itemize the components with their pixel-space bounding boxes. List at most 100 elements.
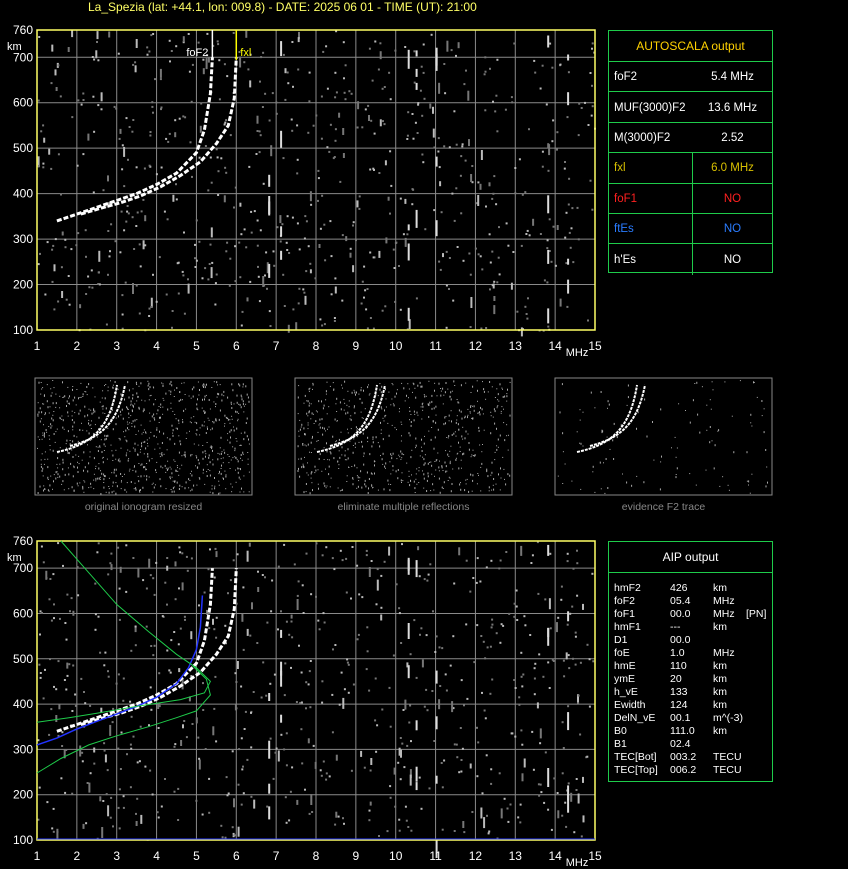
thumbnail-noise xyxy=(134,482,136,484)
thumbnail-noise xyxy=(354,446,356,448)
noise-dot xyxy=(567,782,570,785)
thumbnail-noise xyxy=(170,407,172,409)
noise-dot xyxy=(443,759,446,762)
noise-dot xyxy=(85,822,88,825)
noise-dot xyxy=(240,737,243,740)
clutter-segment xyxy=(415,782,418,791)
thumbnail-noise xyxy=(227,454,229,456)
noise-dot xyxy=(467,90,470,101)
thumbnail-noise xyxy=(361,417,363,419)
noise-dot xyxy=(174,132,177,138)
thumbnail-noise xyxy=(490,411,492,413)
noise-dot xyxy=(455,54,457,57)
thumbnail-noise xyxy=(158,422,160,423)
noise-dot xyxy=(314,761,317,769)
thumbnail-noise xyxy=(423,487,425,489)
noise-dot xyxy=(264,576,266,579)
thumbnail-noise xyxy=(115,458,117,460)
thumbnail-noise xyxy=(67,430,69,433)
thumbnail-noise xyxy=(148,382,150,385)
noise-dot xyxy=(333,156,336,158)
noise-dot xyxy=(545,103,548,106)
noise-dot xyxy=(224,836,227,839)
noise-dot xyxy=(333,320,336,322)
noise-dot xyxy=(442,253,444,258)
thumbnail-noise xyxy=(659,488,661,491)
noise-dot xyxy=(498,226,500,229)
thumbnail-noise xyxy=(205,394,207,396)
thumbnail-noise xyxy=(52,380,54,381)
thumbnail-noise xyxy=(352,451,354,454)
thumbnail-noise xyxy=(211,427,213,430)
noise-dot xyxy=(216,40,219,43)
noise-dot xyxy=(592,660,595,663)
noise-dot xyxy=(369,251,372,254)
thumbnail-noise xyxy=(140,382,142,385)
noise-dot xyxy=(507,820,510,823)
thumbnail-noise xyxy=(51,417,53,420)
thumbnail-noise xyxy=(106,458,108,460)
noise-dot xyxy=(486,814,488,817)
thumbnail-noise xyxy=(359,477,361,479)
noise-dot xyxy=(448,257,451,259)
noise-dot xyxy=(50,167,53,170)
noise-dot xyxy=(330,293,333,296)
thumbnail-noise xyxy=(361,486,363,489)
thumbnail-noise xyxy=(48,435,50,437)
thumbnail-noise xyxy=(467,408,469,410)
noise-dot xyxy=(341,234,344,237)
thumbnail-noise xyxy=(153,486,155,489)
noise-dot xyxy=(440,211,443,214)
thumbnail-noise xyxy=(492,484,494,486)
noise-dot xyxy=(564,801,567,804)
noise-dot xyxy=(358,593,361,596)
thumbnail-noise xyxy=(103,450,105,451)
thumbnail-noise xyxy=(172,429,174,432)
clutter-segment xyxy=(407,224,410,231)
noise-dot xyxy=(518,696,521,699)
noise-dot xyxy=(117,546,120,549)
noise-dot xyxy=(290,118,293,121)
thumbnail-noise xyxy=(115,468,117,471)
noise-dot xyxy=(539,728,542,739)
thumbnail-noise xyxy=(319,423,321,425)
noise-dot xyxy=(503,797,506,800)
noise-dot xyxy=(55,87,58,91)
thumbnail-noise xyxy=(235,438,237,439)
thumbnail-noise xyxy=(80,396,82,398)
thumbnail-noise xyxy=(499,434,501,437)
thumbnail-noise xyxy=(345,412,347,415)
aip-param-unit: km xyxy=(713,673,727,685)
noise-dot xyxy=(334,96,337,99)
noise-dot xyxy=(277,750,280,762)
noise-dot xyxy=(110,223,113,226)
thumbnail-noise xyxy=(67,411,69,414)
noise-dot xyxy=(125,590,128,593)
thumbnail-noise xyxy=(748,484,749,486)
noise-dot xyxy=(97,283,100,285)
thumbnail-noise xyxy=(47,476,49,479)
thumbnail-noise xyxy=(101,406,103,408)
x-tick-label: 7 xyxy=(273,849,280,863)
noise-dot xyxy=(469,590,472,593)
thumbnail-noise xyxy=(499,489,501,491)
noise-dot xyxy=(516,619,519,621)
noise-dot xyxy=(149,686,152,689)
thumbnail-noise xyxy=(73,489,75,492)
noise-dot xyxy=(157,816,160,819)
noise-dot xyxy=(384,305,387,308)
thumbnail-noise xyxy=(111,472,113,474)
thumbnail-noise xyxy=(230,436,231,439)
noise-dot xyxy=(420,807,423,810)
noise-dot xyxy=(81,751,84,754)
x-tick-label: 15 xyxy=(588,339,602,353)
thumbnail-noise xyxy=(453,380,455,383)
thumbnail-noise xyxy=(674,436,676,438)
thumbnail-noise xyxy=(562,451,564,453)
thumbnail-noise xyxy=(415,396,417,399)
thumbnail-noise xyxy=(646,435,648,438)
noise-dot xyxy=(231,750,234,753)
clutter-segment xyxy=(268,806,271,820)
autoscala-divider xyxy=(692,153,693,184)
thumbnail-noise xyxy=(162,385,164,387)
